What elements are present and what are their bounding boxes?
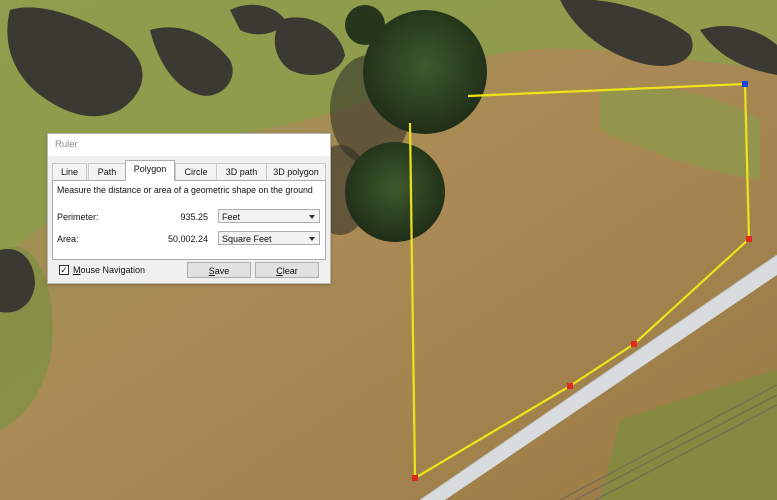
- vertex-blue[interactable]: [742, 81, 748, 87]
- description-text: Measure the distance or area of a geomet…: [57, 185, 313, 195]
- mouse-navigation-label[interactable]: Mouse Navigation: [73, 265, 145, 275]
- polygon-panel: Measure the distance or area of a geomet…: [52, 180, 326, 260]
- vertex-red[interactable]: [746, 236, 752, 242]
- perimeter-label: Perimeter:: [57, 212, 99, 222]
- chevron-down-icon: [309, 215, 315, 219]
- area-value: 50,002.24: [167, 234, 208, 244]
- vertex-red[interactable]: [631, 341, 637, 347]
- tab-circle[interactable]: Circle: [175, 163, 217, 180]
- perimeter-unit-select[interactable]: Feet: [218, 209, 320, 223]
- ruler-dialog: Ruler Line Path Polygon Circle 3D path 3…: [47, 133, 331, 284]
- mouse-navigation-checkbox[interactable]: ✓: [59, 265, 69, 275]
- dialog-title: Ruler: [48, 134, 330, 156]
- tab-bar: Line Path Polygon Circle 3D path 3D poly…: [52, 160, 326, 181]
- dialog-footer: ✓ Mouse Navigation Save Clear: [52, 261, 326, 279]
- perimeter-unit: Feet: [222, 212, 241, 222]
- perimeter-value: 935.25: [180, 212, 208, 222]
- vertex-red[interactable]: [412, 475, 418, 481]
- tab-3d-path[interactable]: 3D path: [216, 163, 267, 180]
- clear-button[interactable]: Clear: [255, 262, 319, 278]
- tab-3d-polygon[interactable]: 3D polygon: [266, 163, 326, 180]
- area-unit-select[interactable]: Square Feet: [218, 231, 320, 245]
- area-label: Area:: [57, 234, 79, 244]
- tab-polygon[interactable]: Polygon: [125, 160, 175, 181]
- vertex-red[interactable]: [567, 383, 573, 389]
- tab-path[interactable]: Path: [88, 163, 126, 180]
- area-unit: Square Feet: [222, 234, 272, 244]
- save-button[interactable]: Save: [187, 262, 251, 278]
- tab-line[interactable]: Line: [52, 163, 87, 180]
- chevron-down-icon: [309, 237, 315, 241]
